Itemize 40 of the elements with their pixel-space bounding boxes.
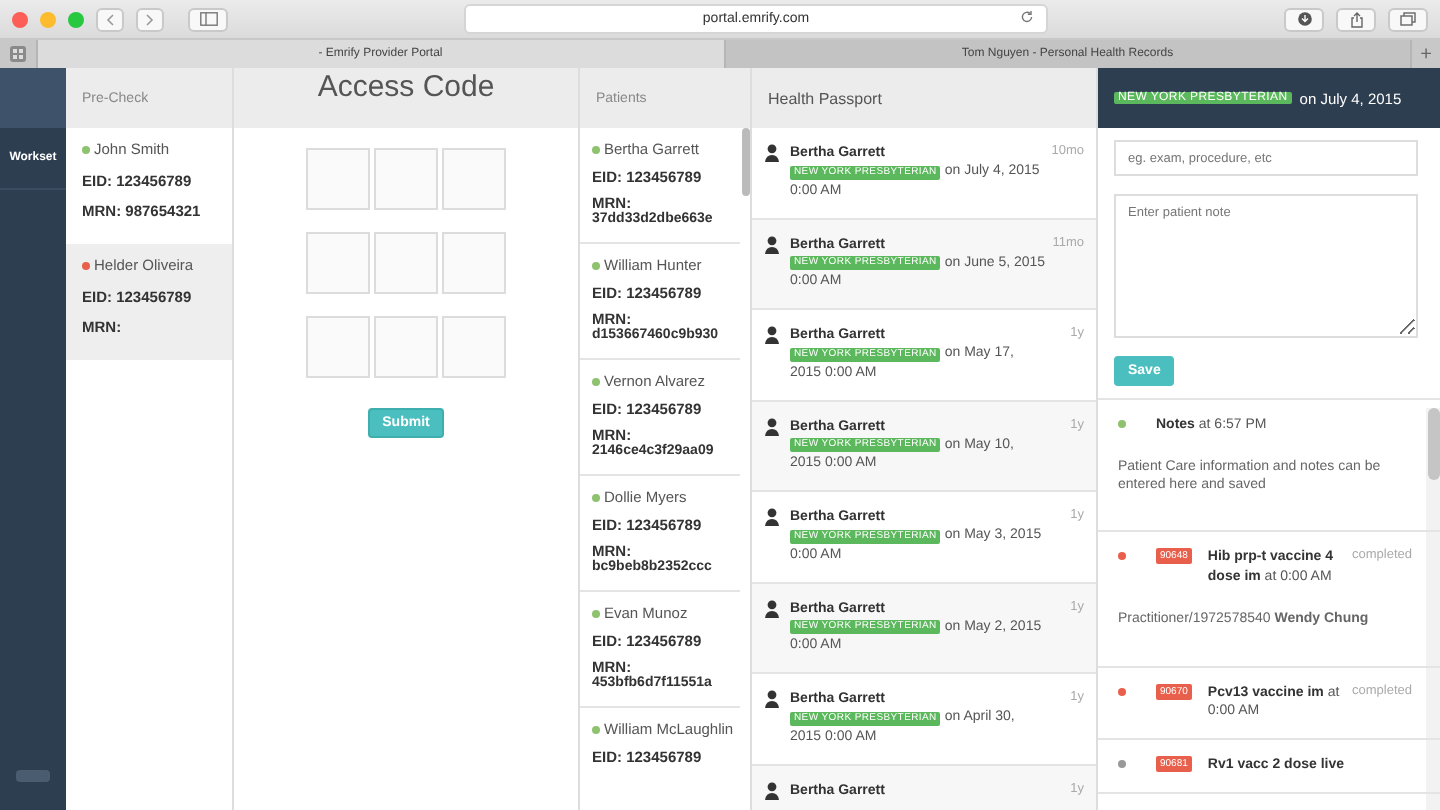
code-input-field[interactable] <box>374 148 438 210</box>
code-input-field[interactable] <box>306 148 370 210</box>
maximize-button[interactable] <box>68 11 84 27</box>
chevron-left-icon <box>106 13 114 25</box>
person-icon <box>764 417 780 435</box>
share-button[interactable] <box>1336 7 1376 31</box>
code-input-field[interactable] <box>306 316 370 378</box>
minimize-button[interactable] <box>40 11 56 27</box>
person-icon <box>764 235 780 253</box>
person-icon <box>764 326 780 344</box>
share-icon <box>1349 11 1363 27</box>
grid-icon[interactable] <box>10 46 26 62</box>
back-button[interactable] <box>96 7 124 31</box>
tabs-icon <box>1400 12 1416 26</box>
sidebar-handle[interactable] <box>16 770 50 782</box>
chevron-right-icon <box>146 13 154 25</box>
column-header: Health Passport <box>752 68 1096 128</box>
sidebar-header <box>0 68 66 128</box>
person-icon <box>764 599 780 617</box>
scrollbar[interactable] <box>1428 408 1440 480</box>
code-input-field[interactable] <box>374 232 438 294</box>
code-input-field[interactable] <box>442 316 506 378</box>
code-input-field[interactable] <box>306 232 370 294</box>
code-input-field[interactable] <box>442 232 506 294</box>
download-button[interactable] <box>1284 7 1324 31</box>
person-icon <box>764 144 780 162</box>
forward-button[interactable] <box>136 7 164 31</box>
access-code-title: Access Code <box>234 68 578 128</box>
scrollbar[interactable] <box>742 128 750 196</box>
code-input-field[interactable] <box>442 148 506 210</box>
person-icon <box>764 781 780 799</box>
reload-icon <box>1020 10 1034 24</box>
person-icon <box>764 508 780 526</box>
close-button[interactable] <box>12 11 28 27</box>
download-icon <box>1297 12 1311 26</box>
sidebar-icon <box>199 12 217 26</box>
person-icon <box>764 690 780 708</box>
tabs-button[interactable] <box>1388 7 1428 31</box>
code-input-field[interactable] <box>374 316 438 378</box>
sidebar-toggle-button[interactable] <box>188 7 228 31</box>
